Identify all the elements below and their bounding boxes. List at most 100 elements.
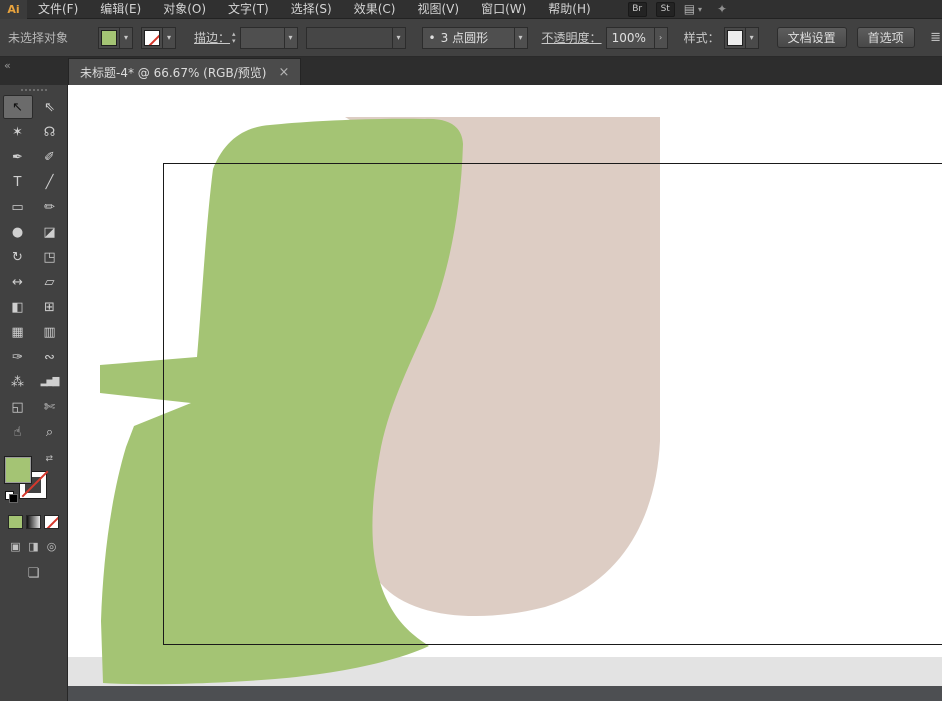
brush-value: 3 点圆形 [440, 31, 489, 45]
color-type-buttons [8, 515, 59, 529]
line-segment-tool[interactable]: ╱ [35, 170, 65, 194]
share-icon[interactable]: ✦ [717, 2, 727, 16]
menu-object[interactable]: 对象(O) [152, 0, 217, 19]
rotate-tool[interactable]: ↻ [3, 245, 33, 269]
lasso-tool[interactable]: ☊ [35, 120, 65, 144]
magic-wand-tool[interactable]: ✶ [3, 120, 33, 144]
document-setup-button[interactable]: 文档设置 [776, 27, 847, 48]
default-fill-stroke-icon[interactable] [5, 491, 18, 503]
artboard-tool[interactable]: ◱ [3, 395, 33, 419]
gradient-button[interactable] [26, 515, 41, 529]
blob-brush-tool[interactable]: ● [3, 220, 33, 244]
pen-tool-icon: ✒ [12, 149, 23, 165]
blend-tool[interactable]: ∾ [35, 345, 65, 369]
illustrator-window: Ai 文件(F) 编辑(E) 对象(O) 文字(T) 选择(S) 效果(C) 视… [0, 0, 942, 701]
tab-close-icon[interactable]: × [278, 66, 289, 79]
stroke-weight-stepper[interactable]: ▴ ▾ [232, 30, 236, 45]
paintbrush-tool[interactable]: ✐ [35, 145, 65, 169]
scale-tool[interactable]: ◳ [35, 245, 65, 269]
stroke-weight-select[interactable]: ▾ [239, 26, 298, 49]
column-graph-tool[interactable]: ▂▅▇ [35, 370, 65, 394]
perspective-grid-tool[interactable]: ⊞ [35, 295, 65, 319]
stroke-label[interactable]: 描边： [194, 29, 230, 46]
pen-tool[interactable]: ✒ [3, 145, 33, 169]
hand-tool-icon: ☝ [13, 424, 22, 440]
pencil-tool[interactable]: ✏ [35, 195, 65, 219]
rectangle-tool-icon: ▭ [11, 199, 24, 215]
draw-inside-icon[interactable]: ◎ [45, 540, 59, 553]
hand-tool[interactable]: ☝ [3, 420, 33, 444]
mesh-tool-icon: ▦ [11, 324, 24, 340]
rectangle-tool[interactable]: ▭ [3, 195, 33, 219]
pencil-tool-icon: ✏ [44, 199, 55, 215]
canvas-area[interactable] [68, 85, 942, 701]
document-tab-bar: « 未标题-4* @ 66.67% (RGB/预览) × [0, 57, 942, 85]
type-tool[interactable]: T [3, 170, 33, 194]
fill-color-picker[interactable]: ▾ [98, 26, 134, 49]
column-graph-tool-icon: ▂▅▇ [40, 377, 60, 387]
menu-effect[interactable]: 效果(C) [343, 0, 407, 19]
swap-fill-stroke-icon[interactable]: ⇄ [45, 454, 53, 464]
symbol-sprayer-tool[interactable]: ⁂ [3, 370, 33, 394]
control-bar: 未选择对象 ▾ ▾ 描边： ▴ ▾ ▾ ▾ • 3 点圆形 ▾ 不透明度： 10… [0, 19, 942, 57]
chevron-down-icon: ▾ [391, 27, 405, 48]
direct-selection-tool-icon: ⇖ [44, 99, 55, 115]
menu-bar: Ai 文件(F) 编辑(E) 对象(O) 文字(T) 选择(S) 效果(C) 视… [0, 0, 942, 19]
blend-tool-icon: ∾ [44, 349, 55, 365]
draw-behind-icon[interactable]: ◨ [27, 540, 41, 553]
direct-selection-tool[interactable]: ⇖ [35, 95, 65, 119]
zoom-tool[interactable]: ⌕ [35, 420, 65, 444]
width-profile-select[interactable]: ▾ [305, 26, 406, 49]
width-tool[interactable]: ↔ [3, 270, 33, 294]
document-canvas[interactable] [68, 85, 942, 701]
style-picker[interactable]: ▾ [723, 26, 759, 49]
tools-panel: ↖ ⇖ ✶ ☊ ✒ ✐ T ╱ ▭ ✏ ● ◪ ↻ ◳ ↔ ▱ ◧ ⊞ ▦ ▥ [0, 85, 68, 701]
screen-mode-button[interactable]: ❏ [28, 566, 40, 581]
perspective-grid-tool-icon: ⊞ [44, 299, 55, 315]
free-transform-tool[interactable]: ▱ [35, 270, 65, 294]
stroke-color-picker[interactable]: ▾ [141, 26, 177, 49]
shape-builder-tool[interactable]: ◧ [3, 295, 33, 319]
brush-select[interactable]: • 3 点圆形 ▾ [421, 26, 528, 49]
document-tab-title: 未标题-4* @ 66.67% (RGB/预览) [80, 65, 267, 80]
preferences-button[interactable]: 首选项 [856, 27, 915, 48]
eraser-tool[interactable]: ◪ [35, 220, 65, 244]
color-button[interactable] [8, 515, 23, 529]
blob-brush-tool-icon: ● [11, 224, 24, 240]
menu-items: 文件(F) 编辑(E) 对象(O) 文字(T) 选择(S) 效果(C) 视图(V… [27, 0, 602, 19]
menu-help[interactable]: 帮助(H) [537, 0, 601, 19]
symbol-sprayer-tool-icon: ⁂ [11, 374, 24, 390]
type-tool-icon: T [13, 174, 22, 190]
menu-window[interactable]: 窗口(W) [470, 0, 537, 19]
bridge-button[interactable]: Br [627, 1, 647, 17]
none-button[interactable] [44, 515, 59, 529]
clipped-panel-icon[interactable]: ≣ [930, 30, 941, 45]
menu-view[interactable]: 视图(V) [406, 0, 470, 19]
draw-normal-icon[interactable]: ▣ [9, 540, 23, 553]
rotate-tool-icon: ↻ [12, 249, 23, 265]
fill-swatch[interactable] [4, 456, 32, 484]
workspace-switcher[interactable]: ▤ ▾ [684, 2, 702, 16]
opacity-select[interactable]: 100% › [605, 26, 668, 49]
menu-type[interactable]: 文字(T) [217, 0, 280, 19]
magic-wand-tool-icon: ✶ [12, 124, 23, 140]
eyedropper-tool[interactable]: ✑ [3, 345, 33, 369]
gradient-tool[interactable]: ▥ [35, 320, 65, 344]
selection-tool[interactable]: ↖ [2, 95, 33, 119]
collapse-panel-icon[interactable]: « [4, 59, 11, 72]
menu-edit[interactable]: 编辑(E) [89, 0, 152, 19]
gradient-tool-icon: ▥ [43, 324, 56, 340]
canvas-bottom-strip [68, 686, 942, 701]
chevron-right-icon: › [653, 27, 667, 48]
screen-mode-icon: ❏ [27, 566, 40, 581]
menu-file[interactable]: 文件(F) [27, 0, 89, 19]
opacity-label[interactable]: 不透明度： [542, 29, 602, 46]
stock-button[interactable]: St [655, 1, 675, 17]
width-tool-icon: ↔ [12, 274, 23, 290]
menu-select[interactable]: 选择(S) [280, 0, 343, 19]
toolbar-grip[interactable] [20, 89, 47, 91]
document-tab[interactable]: 未标题-4* @ 66.67% (RGB/预览) × [68, 58, 302, 85]
slice-tool[interactable]: ✄ [35, 395, 65, 419]
artboard-tool-icon: ◱ [11, 399, 24, 415]
mesh-tool[interactable]: ▦ [3, 320, 33, 344]
